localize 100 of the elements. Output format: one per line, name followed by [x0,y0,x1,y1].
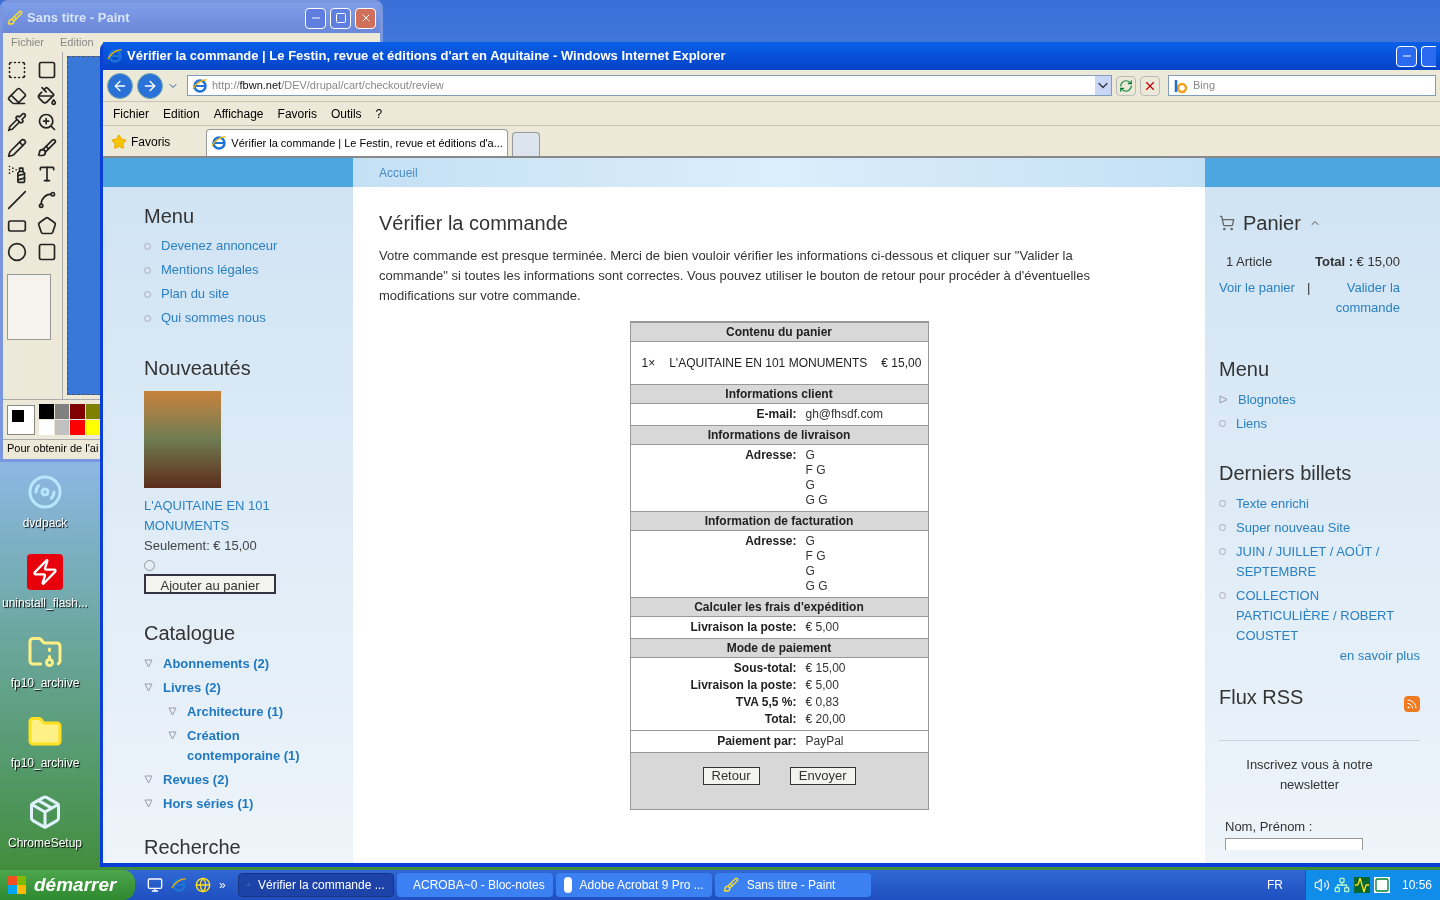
category-link[interactable]: Livres (2) [163,678,303,698]
category-link[interactable]: Abonnements (2) [163,654,303,674]
curve-icon[interactable] [36,190,57,210]
rectangle-select-icon[interactable] [36,60,57,80]
field-value: G [805,478,816,493]
add-to-cart-button[interactable]: Ajouter au panier [144,574,276,594]
desktop-icon-label[interactable]: fp10_archive [10,674,80,692]
show-desktop-icon[interactable] [147,877,163,893]
network-icon[interactable] [1333,877,1350,893]
intro-text: Votre commande est presque terminée. Merci de bien vouloir vérifier les informations ci-dessous et cliquer sur "Valider la commande" si toutes les informations sont correctes. Vous pouvez utiliser le bouton de retour pour procéder à d'éventuelles modifications sur votre commande. [379,247,1091,305]
more-button[interactable]: » [219,876,226,894]
rounded-rectangle-icon[interactable] [36,242,57,262]
palette-swatch[interactable] [54,420,69,435]
palette-swatch[interactable] [54,404,69,419]
menu-item[interactable]: Edition [60,34,94,51]
address-dropdown-icon[interactable] [1095,76,1111,95]
maximize-button[interactable] [1421,45,1436,67]
name-input-field[interactable] [1225,838,1363,850]
cart-total: Total : € 15,00 [1314,253,1400,271]
polygon-icon[interactable] [36,216,57,236]
browser-icon[interactable] [195,877,211,893]
menu-item[interactable]: Outils [330,104,362,123]
spray-can-icon[interactable] [7,164,27,184]
product-link[interactable]: L'AQUITAINE EN 101 MONUMENTS [144,496,284,536]
menu-link[interactable]: Plan du site [161,285,229,303]
menu-item[interactable]: Favoris [277,104,317,123]
field-label: Adresse: [744,534,797,550]
form-button[interactable]: Envoyer [789,767,856,785]
free-select-icon[interactable] [7,60,27,80]
section-header: Mode de paiement [630,638,928,658]
browser-tab[interactable]: Vérifier la commande | Le Festin, revue et éditions d'a... [206,129,508,156]
menu-item[interactable]: Fichier [11,34,44,51]
checkout-link[interactable]: Valider la commande [1322,277,1400,318]
palette-swatch[interactable] [85,404,100,419]
desktop-icon-label[interactable]: dvdpack [22,514,68,532]
acrobat-icon [563,877,572,893]
close-button[interactable] [355,7,376,29]
palette-swatch[interactable] [39,404,54,419]
menu-item[interactable]: Fichier [113,104,149,123]
zoom-icon[interactable] [36,112,57,132]
pipette-icon[interactable] [7,112,27,132]
post-link[interactable]: Texte enrichi [1236,493,1309,514]
paint-bucket-icon[interactable] [36,86,57,106]
breadcrumb-link[interactable]: Accueil [379,163,418,182]
forward-button[interactable] [137,72,163,99]
eraser-icon[interactable] [7,86,27,106]
cart-icon [1219,215,1235,231]
desktop-icon-label[interactable]: uninstall_flash... [1,594,89,612]
line-icon[interactable] [7,190,27,210]
minimize-button[interactable] [1396,45,1417,67]
activity-icon[interactable] [1353,877,1370,893]
menu-item[interactable]: ? [375,104,383,123]
address-field[interactable]: http://fbwn.net/DEV/drupal/cart/checkout/review [187,75,1112,96]
clock: 10:56 [1401,877,1432,894]
task-button[interactable]: Vérifier la commande ... [237,873,394,897]
speaker-icon[interactable] [1313,877,1330,893]
start-button[interactable]: démarrer [0,870,135,900]
search-engine-logo-icon [1173,77,1189,94]
pencil-icon[interactable] [7,138,27,158]
field-label: Nom, Prénom : [1224,817,1314,836]
category-link[interactable]: Architecture (1) [187,702,327,722]
menu-link[interactable]: Mentions légales [161,261,259,279]
back-button[interactable] [107,72,133,99]
maximize-button[interactable] [330,7,351,29]
form-button[interactable]: Retour [702,767,760,785]
cart-link[interactable]: Voir le panier [1219,277,1295,318]
paint-app-icon [7,10,23,26]
field-value: G G [805,579,828,594]
field-label: TVA 5,5 %: [734,695,797,710]
post-link[interactable]: JUIN / JUILLET / AOÛT / SEPTEMBRE [1236,541,1400,582]
menu-link[interactable]: Blognotes [1238,389,1296,410]
tray-app-icon[interactable] [1373,877,1390,893]
desktop-icon-label[interactable]: ChromeSetup [7,834,82,852]
palette-swatch[interactable] [70,404,85,419]
refresh-icon[interactable] [1116,75,1136,96]
menu-item[interactable]: Edition [163,104,200,123]
language-indicator[interactable]: FR [1266,876,1283,894]
menu-link[interactable]: Qui sommes nous [161,309,266,327]
field-value: G G [805,493,828,508]
menu-link[interactable]: Liens [1236,413,1268,434]
category-link[interactable]: Hors séries (1) [163,794,303,814]
menu-item[interactable]: Affichage [213,104,264,123]
palette-swatch[interactable] [39,420,54,435]
category-link[interactable]: Revues (2) [163,770,303,790]
search-field[interactable]: Bing [1168,75,1436,96]
more-link[interactable]: en savoir plus [1339,645,1420,666]
palette-swatch[interactable] [85,420,100,435]
palette-swatch[interactable] [70,420,85,435]
category-link[interactable]: Création contemporaine (1) [187,726,327,766]
desktop-icon-label[interactable]: fp10_archive [10,754,80,772]
stop-icon[interactable] [1140,75,1160,96]
task-button[interactable]: Sans titre - Paint [714,873,871,897]
ellipse-icon[interactable] [7,242,27,262]
minimize-button[interactable] [305,7,326,29]
task-button[interactable]: ACROBA~0 - Bloc-notes [396,873,553,897]
menu-link[interactable]: Devenez annonceur [161,237,278,255]
task-button[interactable]: Adobe Acrobat 9 Pro ... [555,873,712,897]
favorites-button[interactable]: Favoris [107,128,175,156]
post-link[interactable]: Super nouveau Site [1236,517,1351,538]
brush-icon[interactable] [36,138,57,158]
